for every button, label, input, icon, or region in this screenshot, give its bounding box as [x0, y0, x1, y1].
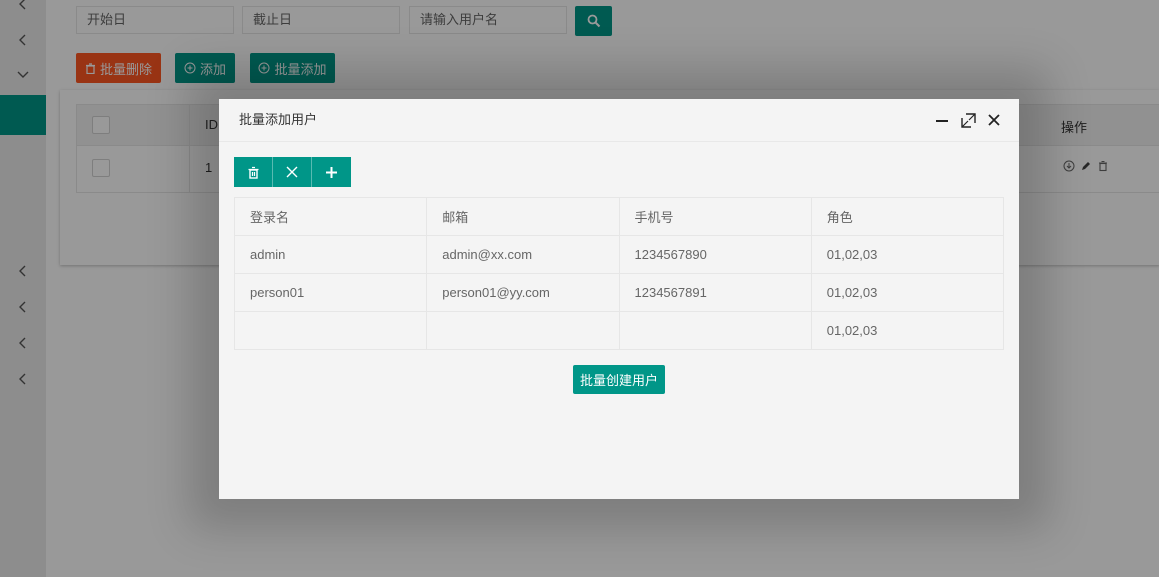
- email-cell[interactable]: [426, 311, 620, 350]
- batch-user-table: 登录名 邮箱 手机号 角色 admin admin@xx.com 1234567…: [233, 197, 1005, 350]
- batch-add-user-dialog: 批量添加用户 登录名 邮箱 手机号 角色 admin admin@xx.com …: [219, 99, 1019, 499]
- phone-cell[interactable]: 1234567890: [618, 235, 812, 274]
- column-header-email: 邮箱: [426, 197, 620, 236]
- table-row: admin admin@xx.com 1234567890 01,02,03: [233, 235, 1005, 274]
- role-cell[interactable]: 01,02,03: [810, 311, 1005, 350]
- minimize-icon[interactable]: [933, 111, 951, 129]
- row-toolbar: [234, 157, 351, 187]
- add-row-button[interactable]: [312, 157, 351, 187]
- login-cell[interactable]: admin: [233, 235, 428, 274]
- column-header-login: 登录名: [233, 197, 428, 236]
- role-cell[interactable]: 01,02,03: [810, 235, 1005, 274]
- maximize-icon[interactable]: [959, 111, 977, 129]
- batch-create-users-button[interactable]: 批量创建用户: [573, 365, 665, 394]
- table-header-row: 登录名 邮箱 手机号 角色: [233, 197, 1005, 236]
- clear-button[interactable]: [273, 157, 312, 187]
- dialog-title-bar: 批量添加用户: [219, 99, 1019, 142]
- role-cell[interactable]: 01,02,03: [810, 273, 1005, 312]
- delete-row-button[interactable]: [234, 157, 273, 187]
- close-icon: [286, 166, 298, 178]
- email-cell[interactable]: person01@yy.com: [426, 273, 620, 312]
- email-cell[interactable]: admin@xx.com: [426, 235, 620, 274]
- table-row: person01 person01@yy.com 1234567891 01,0…: [233, 273, 1005, 312]
- login-cell[interactable]: person01: [233, 273, 428, 312]
- login-cell[interactable]: [233, 311, 428, 350]
- trash-icon: [248, 166, 258, 179]
- column-header-role: 角色: [810, 197, 1005, 236]
- close-icon[interactable]: [985, 111, 1003, 129]
- table-row: 01,02,03: [233, 311, 1005, 350]
- phone-cell[interactable]: [618, 311, 812, 350]
- column-header-phone: 手机号: [618, 197, 812, 236]
- dialog-title: 批量添加用户: [239, 112, 318, 127]
- plus-icon: [326, 166, 337, 178]
- phone-cell[interactable]: 1234567891: [618, 273, 812, 312]
